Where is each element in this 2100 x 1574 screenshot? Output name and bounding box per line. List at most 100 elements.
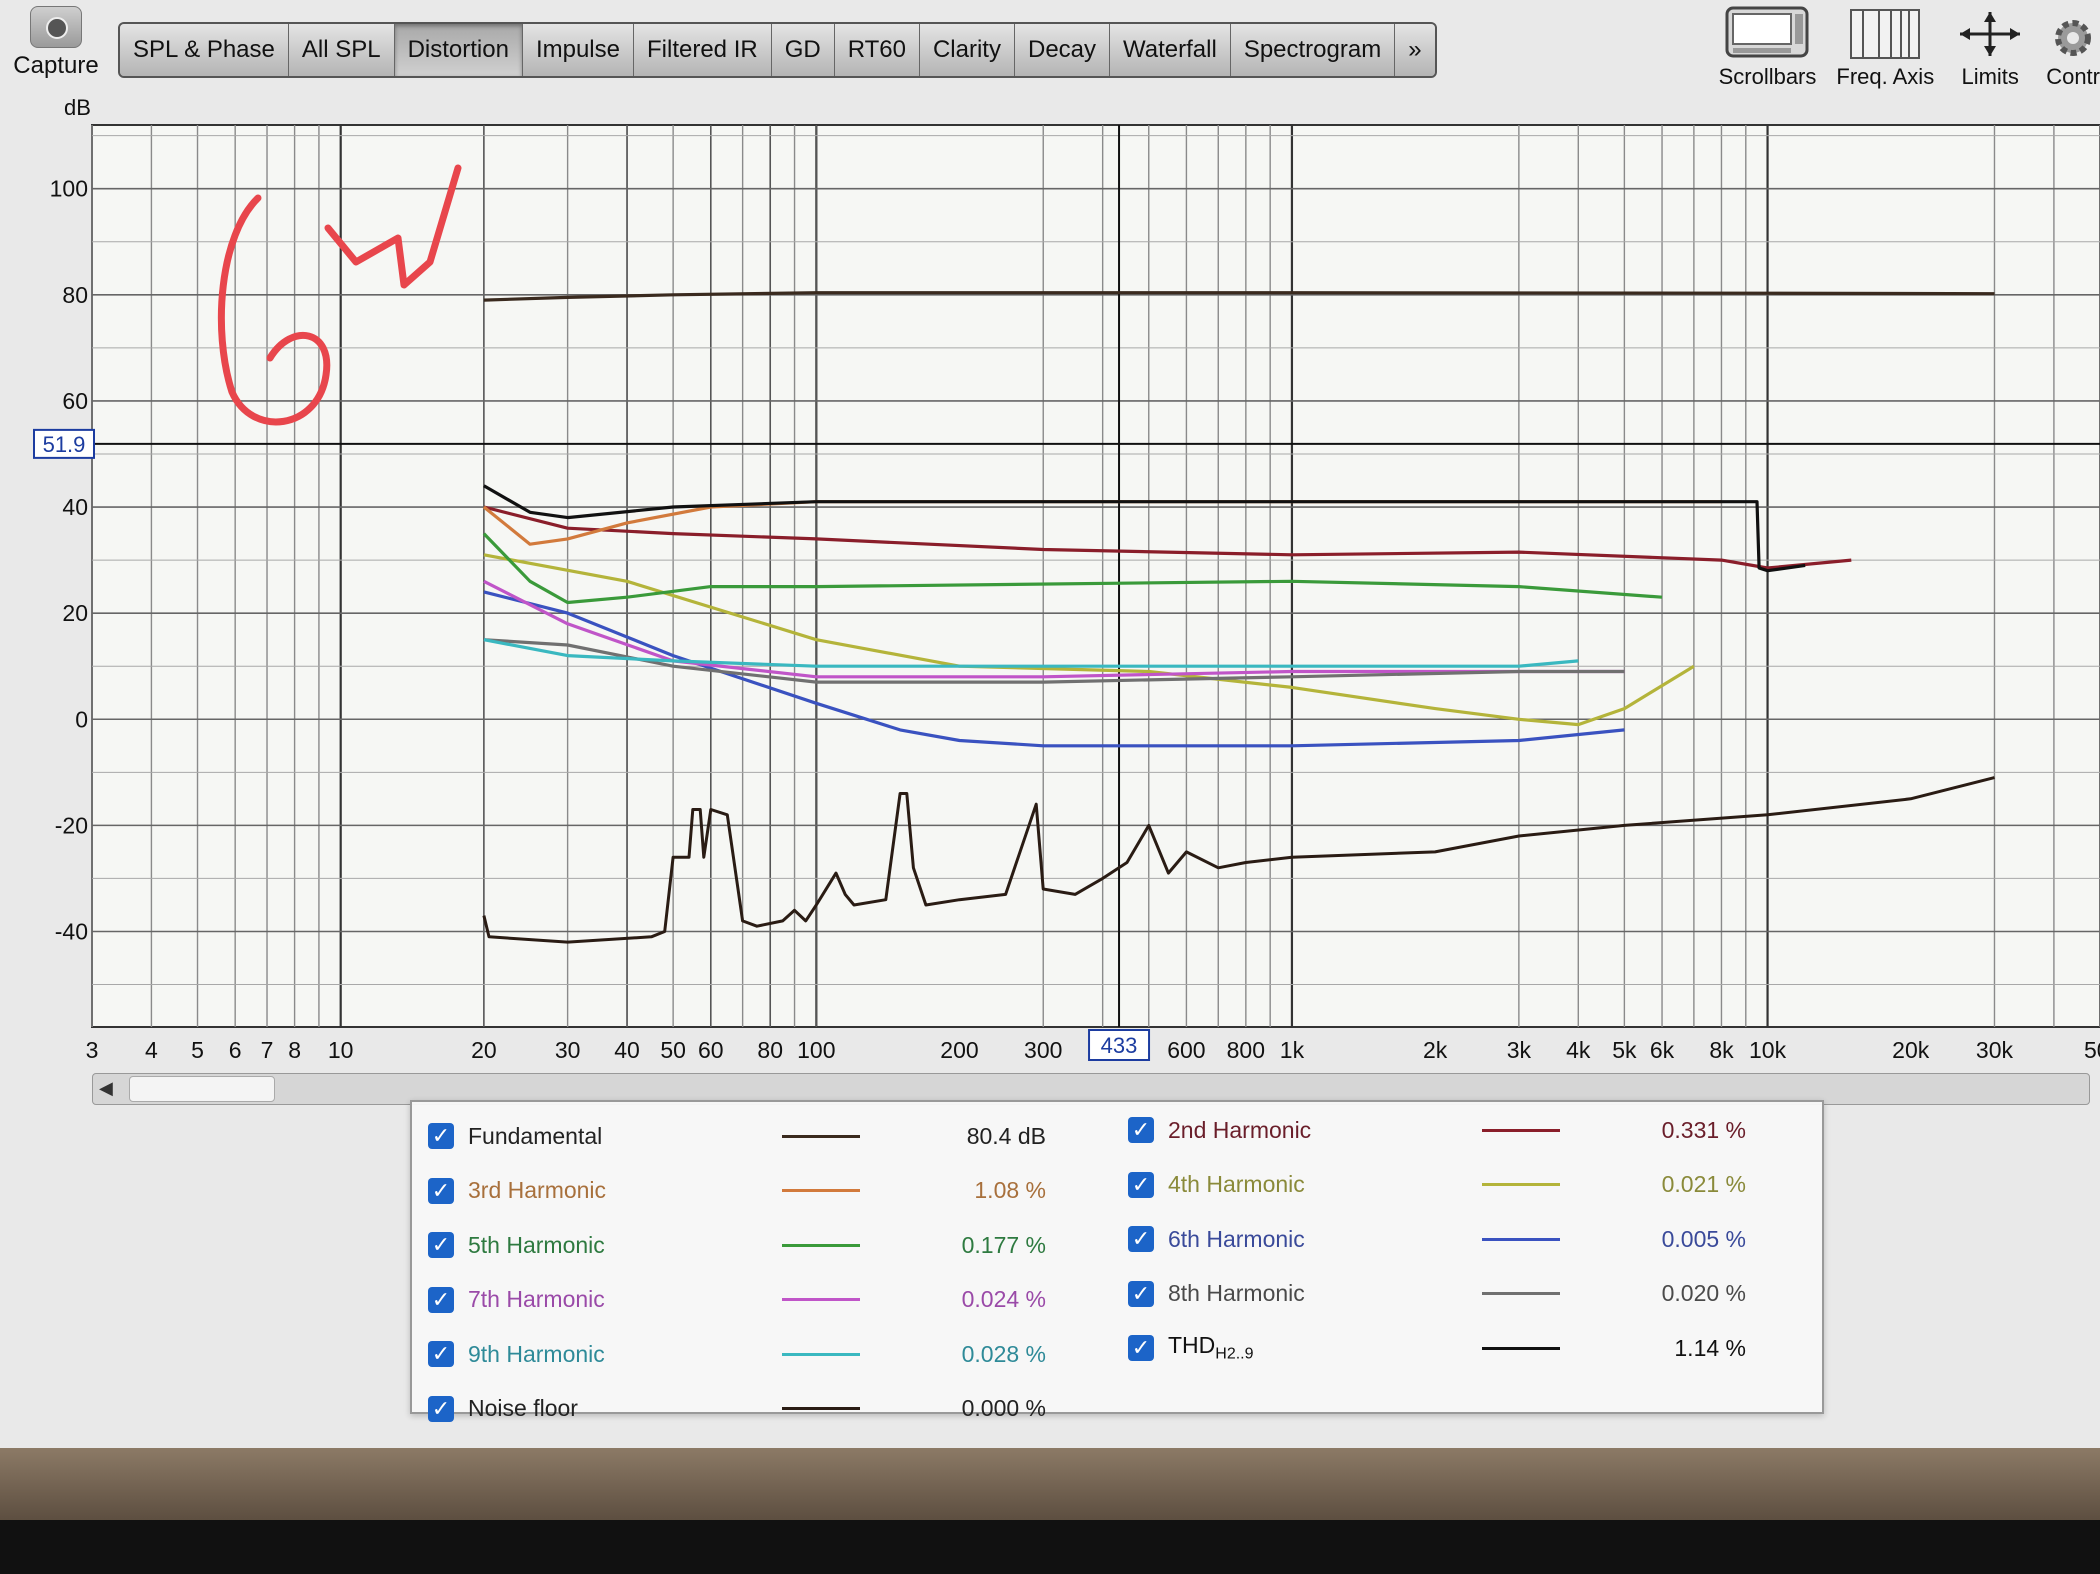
checkbox-checked-icon[interactable]: ✓ bbox=[1128, 1171, 1154, 1198]
legend-value: 1.08 % bbox=[974, 1177, 1046, 1203]
legend-value: 0.024 % bbox=[961, 1286, 1046, 1312]
y-tick-label: -20 bbox=[55, 812, 88, 838]
legend-line-swatch bbox=[782, 1298, 860, 1301]
x-tick-label: 6k bbox=[1650, 1037, 1675, 1063]
legend-label: Fundamental bbox=[468, 1122, 603, 1149]
legend-value: 0.020 % bbox=[1661, 1280, 1746, 1306]
cursor-x-readout: 433 bbox=[1101, 1033, 1138, 1058]
legend-item-thd: ✓ THDH2..9 1.14 % bbox=[1128, 1328, 1746, 1368]
legend-value: 0.000 % bbox=[961, 1395, 1046, 1421]
y-tick-label: 100 bbox=[50, 176, 88, 202]
scroll-left-icon[interactable]: ◀ bbox=[99, 1078, 113, 1099]
legend-item-6th-harmonic: ✓ 6th Harmonic 0.005 % bbox=[1128, 1219, 1746, 1259]
legend-line-swatch bbox=[1482, 1237, 1560, 1241]
y-tick-label: 80 bbox=[62, 282, 88, 308]
screen-bezel bbox=[0, 1520, 2100, 1574]
desk-background bbox=[0, 1448, 2100, 1574]
x-tick-label: 10k bbox=[1749, 1037, 1787, 1063]
x-tick-label: 5k bbox=[1612, 1037, 1637, 1063]
checkbox-checked-icon[interactable]: ✓ bbox=[1128, 1117, 1154, 1143]
legend-value: 0.177 % bbox=[961, 1231, 1046, 1258]
legend-item-2nd-harmonic: ✓ 2nd Harmonic 0.331 % bbox=[1128, 1110, 1746, 1150]
legend-line-swatch bbox=[782, 1407, 860, 1410]
legend-item-5th-harmonic: ✓ 5th Harmonic 0.177 % bbox=[428, 1225, 1046, 1265]
x-tick-label: 300 bbox=[1024, 1037, 1062, 1063]
legend-item-fundamental: ✓ Fundamental 80.4 dB bbox=[428, 1116, 1046, 1156]
legend-line-swatch bbox=[1482, 1346, 1560, 1350]
y-tick-label: 0 bbox=[75, 706, 88, 732]
checkbox-checked-icon[interactable]: ✓ bbox=[1128, 1280, 1154, 1307]
x-tick-label: 4 bbox=[145, 1037, 158, 1063]
checkbox-checked-icon[interactable]: ✓ bbox=[428, 1286, 454, 1313]
legend-label: 9th Harmonic bbox=[468, 1340, 605, 1367]
y-tick-label: 20 bbox=[62, 600, 88, 626]
x-tick-label: 20 bbox=[471, 1037, 497, 1063]
legend-line-swatch bbox=[782, 1134, 860, 1138]
checkbox-checked-icon[interactable]: ✓ bbox=[1128, 1226, 1154, 1252]
x-tick-label: 600 bbox=[1167, 1037, 1205, 1063]
legend-value: 80.4 dB bbox=[966, 1122, 1046, 1149]
legend-item-7th-harmonic: ✓ 7th Harmonic 0.024 % bbox=[428, 1280, 1046, 1320]
legend-panel: ✓ Fundamental 80.4 dB ✓ 3rd Harmonic 1.08 % ✓ 5… bbox=[410, 1100, 1824, 1422]
x-tick-label: 60 bbox=[698, 1037, 724, 1063]
checkbox-checked-icon[interactable]: ✓ bbox=[428, 1232, 454, 1258]
legend-item-9th-harmonic: ✓ 9th Harmonic 0.028 % bbox=[428, 1334, 1046, 1374]
legend-label: 7th Harmonic bbox=[468, 1286, 605, 1312]
thd-subscript: H2..9 bbox=[1215, 1345, 1254, 1363]
y-tick-label: 40 bbox=[62, 494, 88, 520]
legend-value: 0.005 % bbox=[1661, 1225, 1746, 1252]
x-tick-label: 20k bbox=[1892, 1037, 1930, 1063]
legend-line-swatch bbox=[1482, 1292, 1560, 1295]
legend-label: 3rd Harmonic bbox=[468, 1177, 607, 1203]
legend-line-swatch bbox=[1482, 1183, 1560, 1186]
cursor-y-readout: 51.9 bbox=[43, 432, 86, 457]
x-tick-label: 40 bbox=[614, 1037, 640, 1063]
x-tick-label: 30 bbox=[555, 1037, 581, 1063]
legend-line-swatch bbox=[782, 1189, 860, 1192]
x-tick-label: 30k bbox=[1976, 1037, 2014, 1063]
x-tick-label: 2k bbox=[1423, 1037, 1448, 1063]
x-tick-label: 50. bbox=[2084, 1037, 2100, 1063]
legend-line-swatch bbox=[782, 1243, 860, 1247]
legend-label: 4th Harmonic bbox=[1168, 1171, 1305, 1197]
legend-line-swatch bbox=[782, 1352, 860, 1356]
x-tick-label: 7 bbox=[261, 1037, 274, 1063]
legend-item-3rd-harmonic: ✓ 3rd Harmonic 1.08 % bbox=[428, 1171, 1046, 1211]
checkbox-checked-icon[interactable]: ✓ bbox=[428, 1341, 454, 1367]
y-tick-label: -40 bbox=[55, 918, 88, 944]
x-tick-label: 1k bbox=[1280, 1037, 1305, 1063]
plot-background bbox=[91, 124, 2100, 1028]
y-tick-labels: 100 80 60 40 20 0 -20 -40 bbox=[50, 176, 88, 945]
legend-label: 8th Harmonic bbox=[1168, 1280, 1305, 1306]
x-tick-label: 10 bbox=[328, 1037, 354, 1063]
x-tick-label: 800 bbox=[1227, 1037, 1265, 1063]
x-tick-label: 3 bbox=[86, 1037, 99, 1063]
x-tick-label: 80 bbox=[757, 1037, 783, 1063]
x-tick-label: 6 bbox=[229, 1037, 242, 1063]
legend-label: Noise floor bbox=[468, 1395, 578, 1421]
thd-label: THD bbox=[1168, 1332, 1216, 1359]
legend-label: 2nd Harmonic bbox=[1168, 1116, 1312, 1143]
legend-item-8th-harmonic: ✓ 8th Harmonic 0.020 % bbox=[1128, 1274, 1746, 1314]
legend-value: 0.331 % bbox=[1661, 1116, 1746, 1143]
scrollbar-thumb[interactable] bbox=[129, 1076, 275, 1102]
x-tick-label: 50 bbox=[660, 1037, 686, 1063]
legend-label: THDH2..9 bbox=[1168, 1332, 1448, 1364]
x-tick-label: 200 bbox=[940, 1037, 978, 1063]
legend-value: 0.028 % bbox=[961, 1340, 1046, 1367]
x-tick-label: 100 bbox=[797, 1037, 835, 1063]
legend-label: 6th Harmonic bbox=[1168, 1225, 1305, 1252]
legend-item-4th-harmonic: ✓ 4th Harmonic 0.021 % bbox=[1128, 1165, 1746, 1205]
x-tick-label: 5 bbox=[191, 1037, 204, 1063]
checkbox-checked-icon[interactable]: ✓ bbox=[428, 1123, 454, 1149]
y-tick-label: 60 bbox=[62, 388, 88, 414]
checkbox-checked-icon[interactable]: ✓ bbox=[428, 1177, 454, 1204]
distortion-chart[interactable]: 100806040200-20-40 3 4 5 6 7 8 10 20 30 40 50 60 80 1… bbox=[0, 0, 2100, 1070]
x-tick-label: 8 bbox=[288, 1037, 301, 1063]
legend-line-swatch bbox=[1482, 1128, 1560, 1132]
checkbox-checked-icon[interactable]: ✓ bbox=[428, 1395, 454, 1422]
x-tick-label: 3k bbox=[1507, 1037, 1532, 1063]
x-tick-label: 8k bbox=[1709, 1037, 1734, 1063]
x-tick-label: 4k bbox=[1566, 1037, 1591, 1063]
checkbox-checked-icon[interactable]: ✓ bbox=[1128, 1335, 1154, 1361]
